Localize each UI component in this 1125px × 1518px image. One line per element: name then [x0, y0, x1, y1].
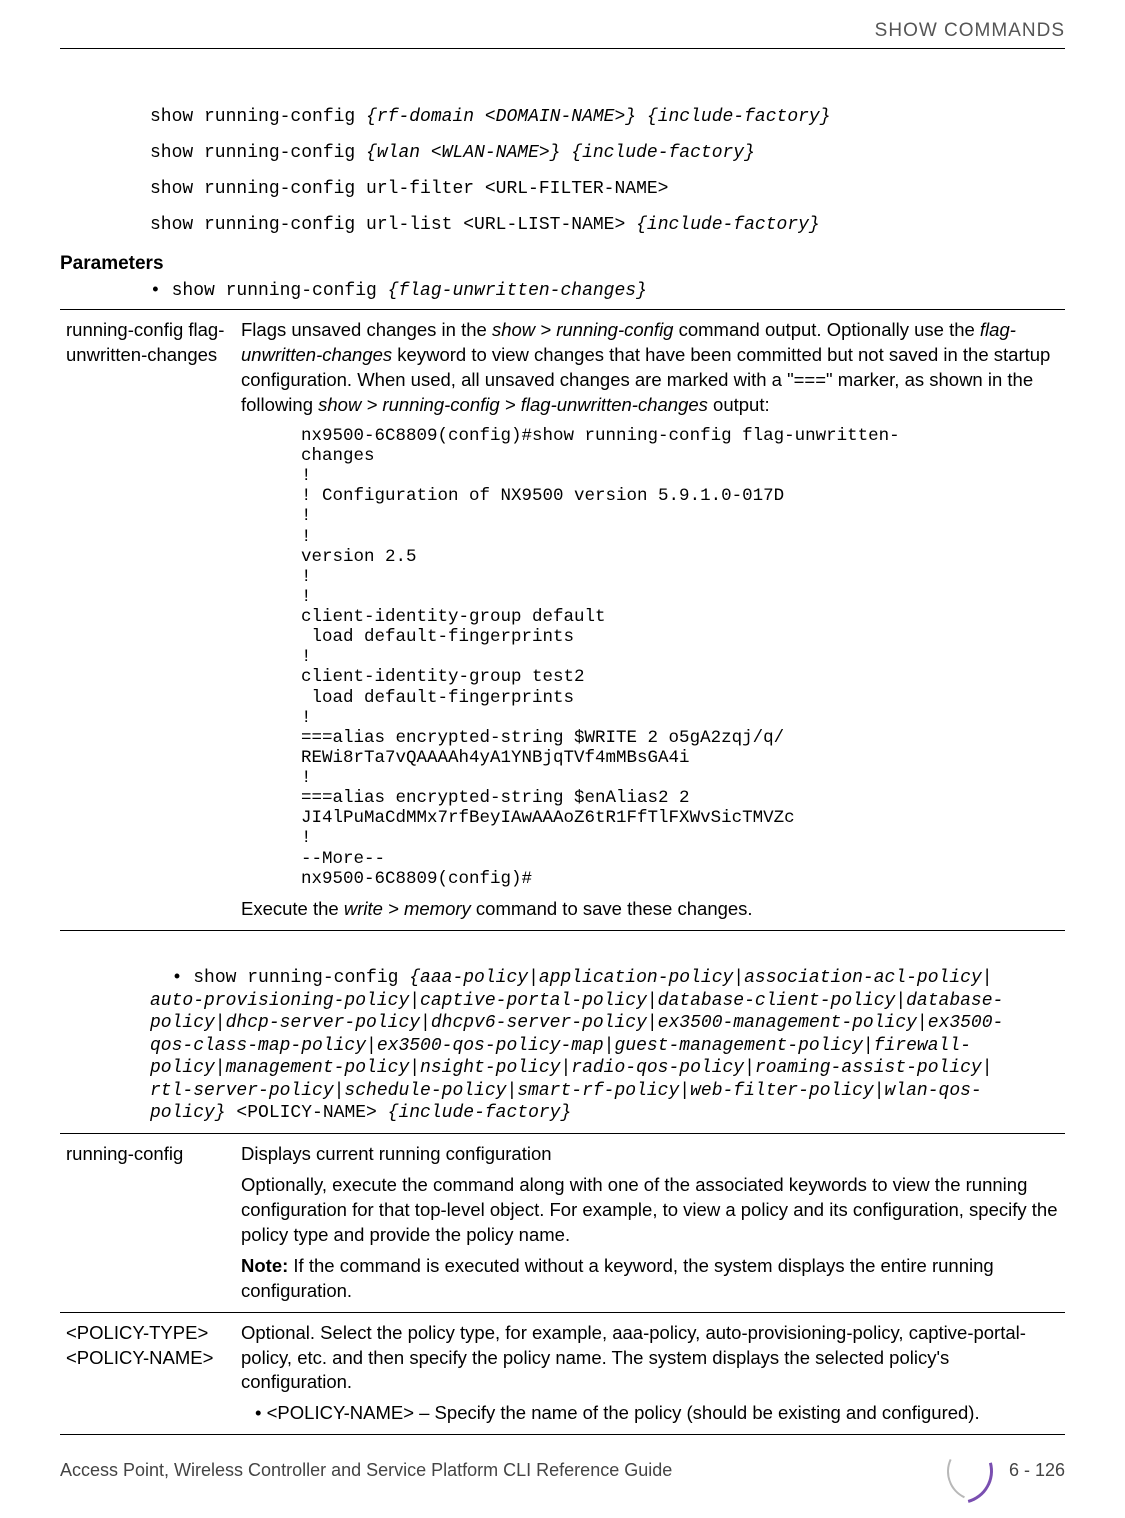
parameters-heading: Parameters — [60, 253, 1065, 275]
header-category: SHOW COMMANDS — [60, 20, 1065, 42]
page-footer: Access Point, Wireless Controller and Se… — [60, 1450, 1065, 1490]
brand-swoosh-icon — [945, 1450, 991, 1490]
param-desc-intro: Flags unsaved changes in the show > runn… — [241, 318, 1059, 418]
param-name-cell: running-config flag-unwritten-changes — [60, 310, 235, 931]
param-bullet-1: • show running-config {flag-unwritten-ch… — [150, 281, 1065, 301]
desc-p2: Optionally, execute the command along wi… — [241, 1173, 1059, 1248]
cmd-line-1: show running-config {rf-domain <DOMAIN-N… — [150, 99, 1065, 135]
param-name-cell: running-config — [60, 1133, 235, 1312]
page-number: 6 - 126 — [1009, 1460, 1065, 1481]
param-desc-tail: Execute the write > memory command to sa… — [241, 897, 1059, 922]
param-desc-cell: Optional. Select the policy type, for ex… — [235, 1312, 1065, 1435]
param-desc-cell: Displays current running configuration O… — [235, 1133, 1065, 1312]
param-bullet-2: • show running-config {aaa-policy|applic… — [150, 945, 1065, 1125]
param-table-2: running-config Displays current running … — [60, 1133, 1065, 1436]
desc-sub-bullet: • <POLICY-NAME> – Specify the name of th… — [255, 1401, 1059, 1426]
desc-note: Note: If the command is executed without… — [241, 1254, 1059, 1304]
header-rule — [60, 48, 1065, 49]
cmd-line-4: show running-config url-list <URL-LIST-N… — [150, 207, 1065, 243]
desc-p1: Displays current running configuration — [241, 1142, 1059, 1167]
footer-pagenum: 6 - 126 — [945, 1450, 1065, 1490]
cmd-line-2: show running-config {wlan <WLAN-NAME>} {… — [150, 135, 1065, 171]
param-desc-cell: Flags unsaved changes in the show > runn… — [235, 310, 1065, 931]
footer-title: Access Point, Wireless Controller and Se… — [60, 1460, 672, 1481]
desc-p1: Optional. Select the policy type, for ex… — [241, 1321, 1059, 1396]
cmd-line-3: show running-config url-filter <URL-FILT… — [150, 171, 1065, 207]
code-output: nx9500-6C8809(config)#show running-confi… — [301, 426, 1059, 889]
table-row: <POLICY-TYPE> <POLICY-NAME> Optional. Se… — [60, 1312, 1065, 1435]
command-syntax-block: show running-config {rf-domain <DOMAIN-N… — [150, 99, 1065, 243]
param-name-cell: <POLICY-TYPE> <POLICY-NAME> — [60, 1312, 235, 1435]
param-table-1: running-config flag-unwritten-changes Fl… — [60, 309, 1065, 931]
table-row: running-config flag-unwritten-changes Fl… — [60, 310, 1065, 931]
table-row: running-config Displays current running … — [60, 1133, 1065, 1312]
